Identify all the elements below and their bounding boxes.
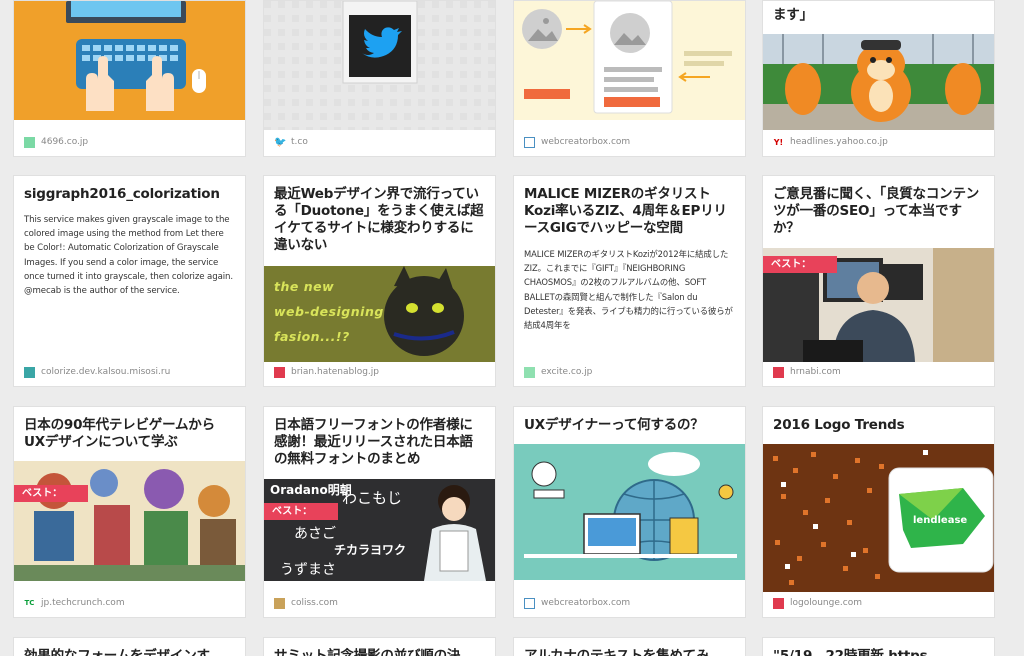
- card-source[interactable]: colorize.dev.kalsou.misosi.ru: [24, 366, 170, 378]
- card-description: This service makes given grayscale image…: [24, 215, 234, 297]
- article-card[interactable]: "5/19 22時更新 https: [762, 637, 995, 656]
- card-image: the new web-designing fasion...!?: [264, 266, 495, 362]
- card-title: 2016 Logo Trends: [773, 417, 905, 433]
- site-favicon-icon: [773, 597, 784, 609]
- source-domain: logolounge.com: [790, 598, 862, 608]
- site-favicon-icon: [24, 136, 35, 148]
- article-card[interactable]: 最近Webデザイン界で流行っている「Duotone」をうまく使えば超イケてるサイ…: [263, 175, 496, 387]
- card-source[interactable]: logolounge.com: [773, 597, 862, 609]
- card-image: [14, 461, 245, 581]
- card-source[interactable]: excite.co.jp: [524, 366, 592, 378]
- article-card[interactable]: ご意見番に聞く、「良質なコンテンツが一番のSEO」って本当ですか？ ベスト： h…: [762, 175, 995, 387]
- card-source[interactable]: 4696.co.jp: [24, 136, 88, 148]
- card-title: 最近Webデザイン界で流行っている「Duotone」をうまく使えば超イケてるサイ…: [274, 186, 484, 253]
- card-source[interactable]: TC jp.techcrunch.com: [24, 597, 125, 609]
- card-source[interactable]: brian.hatenablog.jp: [274, 366, 379, 378]
- card-title: UXデザイナーって何するの？: [524, 417, 704, 433]
- site-favicon-icon: [524, 136, 535, 148]
- image-text-line: fasion...!?: [274, 329, 350, 344]
- best-badge: ベスト：: [264, 503, 339, 520]
- techcrunch-icon: TC: [24, 598, 35, 607]
- card-title: ます」: [773, 7, 813, 23]
- image-text-line: the new: [274, 279, 335, 294]
- best-badge: ベスト：: [14, 485, 89, 502]
- article-card[interactable]: 🐦 t.co: [263, 0, 496, 157]
- card-image: [763, 34, 994, 130]
- card-image: [514, 444, 745, 580]
- card-title: siggraph2016_colorization: [24, 186, 220, 202]
- card-title: 日本の90年代テレビゲームからUXデザインについて学ぶ: [24, 417, 215, 450]
- article-card[interactable]: UXデザイナーって何するの？ webcreatorbox.com: [513, 406, 746, 618]
- card-image: [514, 1, 745, 120]
- card-source[interactable]: hrnabi.com: [773, 366, 841, 378]
- site-favicon-icon: [524, 366, 535, 378]
- site-favicon-icon: [773, 366, 784, 378]
- card-title: "5/19 22時更新 https: [773, 648, 928, 656]
- source-domain: 4696.co.jp: [41, 137, 89, 147]
- card-title: サミット記念撮影の並び順の決: [274, 648, 461, 656]
- image-text-line: web-designing: [274, 304, 384, 319]
- source-domain: coliss.com: [291, 598, 338, 608]
- card-title: MALICE MIZERのギタリストKozi率いるZIZ、4周年＆EPリリースG…: [524, 186, 727, 236]
- image-text-line: わこもじ: [342, 489, 403, 507]
- source-domain: t.co: [291, 137, 308, 147]
- article-card[interactable]: siggraph2016_colorization This service m…: [13, 175, 246, 387]
- article-card[interactable]: webcreatorbox.com: [513, 0, 746, 157]
- article-card[interactable]: 日本語フリーフォントの作者様に感謝！最近リリースされた日本語の無料フォントのまと…: [263, 406, 496, 618]
- card-title: 効果的なフォームをデザインす: [24, 648, 210, 656]
- article-card[interactable]: 4696.co.jp: [13, 0, 246, 157]
- card-image: [264, 1, 495, 130]
- logo-text: lendlease: [913, 515, 968, 526]
- site-favicon-icon: [274, 597, 285, 609]
- yahoo-icon: Y!: [773, 137, 784, 147]
- card-source[interactable]: Y! headlines.yahoo.co.jp: [773, 136, 888, 148]
- card-image: Oradano明朝 わこもじ あさご チカラヨワク うずまさ: [264, 479, 495, 581]
- image-text-line: Oradano明朝: [270, 483, 352, 497]
- card-source[interactable]: coliss.com: [274, 597, 338, 609]
- source-domain: jp.techcrunch.com: [41, 598, 125, 608]
- source-domain: headlines.yahoo.co.jp: [790, 137, 888, 147]
- site-favicon-icon: [24, 366, 35, 378]
- image-text-line: うずまさ: [280, 562, 336, 578]
- source-domain: hrnabi.com: [790, 367, 841, 377]
- article-card[interactable]: サミット記念撮影の並び順の決: [263, 637, 496, 656]
- article-card[interactable]: 2016 Logo Trends lendlease logolounge.co…: [762, 406, 995, 618]
- card-description: MALICE MIZERのギタリストKoziが2012年に結成したZIZ。これま…: [524, 249, 733, 331]
- article-card[interactable]: MALICE MIZERのギタリストKozi率いるZIZ、4周年＆EPリリースG…: [513, 175, 746, 387]
- image-text-line: チカラヨワク: [334, 543, 407, 557]
- card-title: ご意見番に聞く、「良質なコンテンツが一番のSEO」って本当ですか？: [773, 186, 980, 236]
- article-card[interactable]: 効果的なフォームをデザインす: [13, 637, 246, 656]
- image-text-line: あさご: [294, 526, 336, 542]
- card-source[interactable]: 🐦 t.co: [274, 136, 308, 148]
- source-domain: colorize.dev.kalsou.misosi.ru: [41, 367, 171, 377]
- source-domain: excite.co.jp: [541, 367, 593, 377]
- twitter-bird-icon: 🐦: [274, 136, 287, 148]
- article-card[interactable]: アルカナのテキストを集めてみ: [513, 637, 746, 656]
- site-favicon-icon: [524, 597, 535, 609]
- article-card[interactable]: ます」 Y! headlines.yahoo.co.jp: [762, 0, 995, 157]
- card-source[interactable]: webcreatorbox.com: [524, 136, 630, 148]
- site-favicon-icon: [274, 366, 285, 378]
- card-source[interactable]: webcreatorbox.com: [524, 597, 630, 609]
- source-domain: webcreatorbox.com: [541, 598, 631, 608]
- card-image: lendlease: [763, 444, 994, 592]
- source-domain: webcreatorbox.com: [541, 137, 631, 147]
- article-card[interactable]: 日本の90年代テレビゲームからUXデザインについて学ぶ ベスト： TC jp.t…: [13, 406, 246, 618]
- card-image: [14, 1, 245, 120]
- source-domain: brian.hatenablog.jp: [291, 367, 380, 377]
- card-title: 日本語フリーフォントの作者様に感謝！最近リリースされた日本語の無料フォントのまと…: [274, 417, 473, 467]
- card-title: アルカナのテキストを集めてみ: [524, 648, 710, 656]
- best-badge: ベスト：: [763, 256, 838, 273]
